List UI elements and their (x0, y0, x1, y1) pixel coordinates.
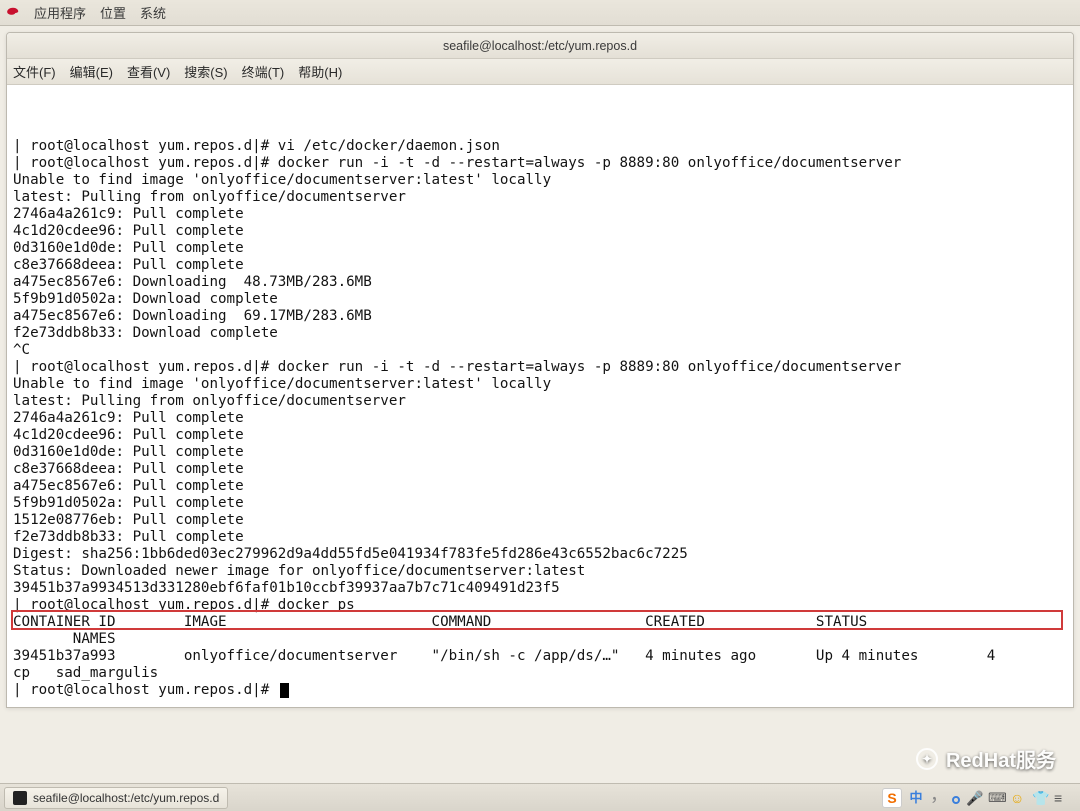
ime-emoji-icon[interactable]: ☺ (1010, 790, 1026, 806)
window-title: seafile@localhost:/etc/yum.repos.d (443, 39, 637, 53)
terminal-line: latest: Pulling from onlyoffice/document… (13, 393, 1067, 410)
panel-system[interactable]: 系统 (140, 3, 166, 22)
terminal-icon (13, 791, 27, 805)
terminal-line: 0d3160e1d0de: Pull complete (13, 444, 1067, 461)
terminal-line: a475ec8567e6: Pull complete (13, 478, 1067, 495)
menu-view[interactable]: 查看(V) (127, 62, 170, 81)
terminal-line: 39451b37a993 onlyoffice/documentserver "… (13, 648, 1067, 665)
terminal-line: Status: Downloaded newer image for onlyo… (13, 563, 1067, 580)
terminal-line: 5f9b91d0502a: Download complete (13, 291, 1067, 308)
terminal-line: latest: Pulling from onlyoffice/document… (13, 189, 1067, 206)
window-titlebar[interactable]: seafile@localhost:/etc/yum.repos.d (7, 33, 1073, 59)
gnome-bottom-panel: seafile@localhost:/etc/yum.repos.d S 中 ，… (0, 783, 1080, 811)
terminal-content[interactable]: | root@localhost yum.repos.d|# vi /etc/d… (7, 85, 1073, 707)
terminal-line: CONTAINER ID IMAGE COMMAND CREATED STATU… (13, 614, 1067, 631)
terminal-window: seafile@localhost:/etc/yum.repos.d 文件(F)… (6, 32, 1074, 708)
terminal-menubar: 文件(F) 编辑(E) 查看(V) 搜索(S) 终端(T) 帮助(H) (7, 59, 1073, 85)
menu-help[interactable]: 帮助(H) (298, 62, 342, 81)
ime-keyboard-icon[interactable]: ⌨ (988, 790, 1004, 806)
terminal-line: 0d3160e1d0de: Pull complete (13, 240, 1067, 257)
terminal-line: 2746a4a261c9: Pull complete (13, 410, 1067, 427)
menu-search[interactable]: 搜索(S) (184, 62, 227, 81)
ime-menu-icon[interactable]: ≡ (1054, 790, 1070, 806)
terminal-line: c8e37668deea: Pull complete (13, 257, 1067, 274)
terminal-line: cp sad_margulis (13, 665, 1067, 682)
terminal-line: 39451b37a9934513d331280ebf6faf01b10ccbf3… (13, 580, 1067, 597)
terminal-line: | root@localhost yum.repos.d|# docker ps (13, 597, 1067, 614)
terminal-line: 4c1d20cdee96: Pull complete (13, 427, 1067, 444)
gnome-top-panel: 应用程序 位置 系统 (0, 0, 1080, 26)
terminal-line: 5f9b91d0502a: Pull complete (13, 495, 1067, 512)
taskbar-terminal-entry[interactable]: seafile@localhost:/etc/yum.repos.d (4, 787, 228, 809)
terminal-line: 4c1d20cdee96: Pull complete (13, 223, 1067, 240)
redhat-icon (6, 6, 20, 20)
terminal-line: Unable to find image 'onlyoffice/documen… (13, 172, 1067, 189)
terminal-line: | root@localhost yum.repos.d|# (13, 682, 1067, 699)
ime-voice-icon[interactable]: 🎤 (966, 790, 982, 806)
watermark: ✦ RedHat服务 (916, 744, 1056, 773)
ime-punct-icon[interactable]: ， (930, 790, 946, 806)
panel-applications[interactable]: 应用程序 (34, 3, 86, 22)
terminal-cursor (280, 683, 289, 698)
terminal-line: f2e73ddb8b33: Pull complete (13, 529, 1067, 546)
terminal-line: 2746a4a261c9: Pull complete (13, 206, 1067, 223)
menu-edit[interactable]: 编辑(E) (70, 62, 113, 81)
terminal-line: | root@localhost yum.repos.d|# docker ru… (13, 359, 1067, 376)
menu-file[interactable]: 文件(F) (13, 62, 56, 81)
panel-places[interactable]: 位置 (100, 3, 126, 22)
menu-terminal[interactable]: 终端(T) (242, 62, 285, 81)
terminal-line: | root@localhost yum.repos.d|# docker ru… (13, 155, 1067, 172)
terminal-line: c8e37668deea: Pull complete (13, 461, 1067, 478)
terminal-line: Digest: sha256:1bb6ded03ec279962d9a4dd55… (13, 546, 1067, 563)
terminal-line: 1512e08776eb: Pull complete (13, 512, 1067, 529)
watermark-text: RedHat服务 (946, 744, 1056, 773)
terminal-line: ^C (13, 342, 1067, 359)
terminal-line: NAMES (13, 631, 1067, 648)
wechat-icon: ✦ (916, 748, 938, 770)
terminal-line: a475ec8567e6: Downloading 69.17MB/283.6M… (13, 308, 1067, 325)
terminal-line: | root@localhost yum.repos.d|# vi /etc/d… (13, 138, 1067, 155)
ime-width-icon[interactable] (952, 796, 960, 804)
sogou-ime-icon[interactable]: S (882, 788, 902, 808)
ime-skin-icon[interactable]: 👕 (1032, 790, 1048, 806)
taskbar-label: seafile@localhost:/etc/yum.repos.d (33, 791, 219, 805)
terminal-line: Unable to find image 'onlyoffice/documen… (13, 376, 1067, 393)
terminal-line: f2e73ddb8b33: Download complete (13, 325, 1067, 342)
terminal-line: a475ec8567e6: Downloading 48.73MB/283.6M… (13, 274, 1067, 291)
system-tray: S 中 ， 🎤 ⌨ ☺ 👕 ≡ (882, 788, 1076, 808)
ime-lang-icon[interactable]: 中 (908, 790, 924, 806)
